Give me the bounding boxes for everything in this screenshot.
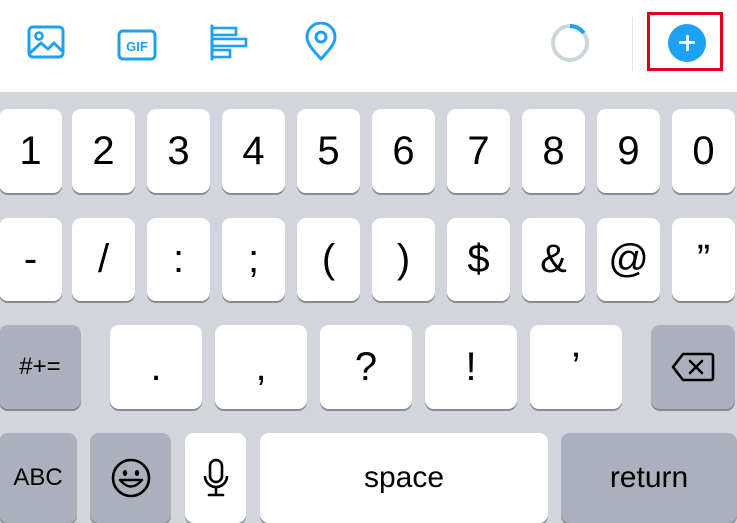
key-7[interactable]: 7 (447, 109, 510, 193)
key-6[interactable]: 6 (372, 109, 435, 193)
key-5[interactable]: 5 (297, 109, 360, 193)
key-ampersand[interactable]: & (522, 218, 585, 301)
key-semicolon[interactable]: ; (222, 218, 285, 301)
backspace-icon (671, 352, 715, 382)
poll-icon[interactable] (209, 22, 249, 62)
add-tweet-button[interactable] (668, 24, 706, 62)
space-key[interactable]: space (260, 433, 548, 523)
key-4[interactable]: 4 (222, 109, 285, 193)
abc-key[interactable]: ABC (0, 433, 77, 523)
key-3[interactable]: 3 (147, 109, 210, 193)
key-open-paren[interactable]: ( (297, 218, 360, 301)
location-icon[interactable] (301, 22, 341, 62)
key-9[interactable]: 9 (597, 109, 660, 193)
compose-toolbar: GIF (0, 0, 737, 92)
microphone-icon (203, 458, 228, 497)
emoji-icon (111, 458, 150, 498)
delete-key[interactable] (651, 325, 735, 409)
key-apostrophe[interactable]: ’ (530, 325, 622, 409)
key-question[interactable]: ? (320, 325, 412, 409)
key-1[interactable]: 1 (0, 109, 62, 193)
key-comma[interactable]: , (215, 325, 307, 409)
key-period[interactable]: . (110, 325, 202, 409)
dictation-key[interactable] (185, 433, 246, 523)
key-hyphen[interactable]: - (0, 218, 62, 301)
return-key[interactable]: return (561, 433, 737, 523)
key-quote[interactable]: ” (672, 218, 735, 301)
key-colon[interactable]: : (147, 218, 210, 301)
toolbar-divider (632, 17, 633, 71)
gif-label: GIF (126, 39, 148, 54)
symbols-toggle-key[interactable]: #+= (0, 325, 81, 409)
key-exclamation[interactable]: ! (425, 325, 517, 409)
character-count-ring (550, 23, 590, 63)
key-slash[interactable]: / (72, 218, 135, 301)
keyboard: 1 2 3 4 5 6 7 8 9 0 - / : ; ( ) $ & @ ” … (0, 92, 737, 523)
key-2[interactable]: 2 (72, 109, 135, 193)
image-icon[interactable] (26, 22, 66, 62)
emoji-key[interactable] (90, 433, 171, 523)
key-8[interactable]: 8 (522, 109, 585, 193)
key-at[interactable]: @ (597, 218, 660, 301)
key-dollar[interactable]: $ (447, 218, 510, 301)
key-0[interactable]: 0 (672, 109, 735, 193)
gif-icon[interactable]: GIF (117, 25, 157, 61)
key-close-paren[interactable]: ) (372, 218, 435, 301)
